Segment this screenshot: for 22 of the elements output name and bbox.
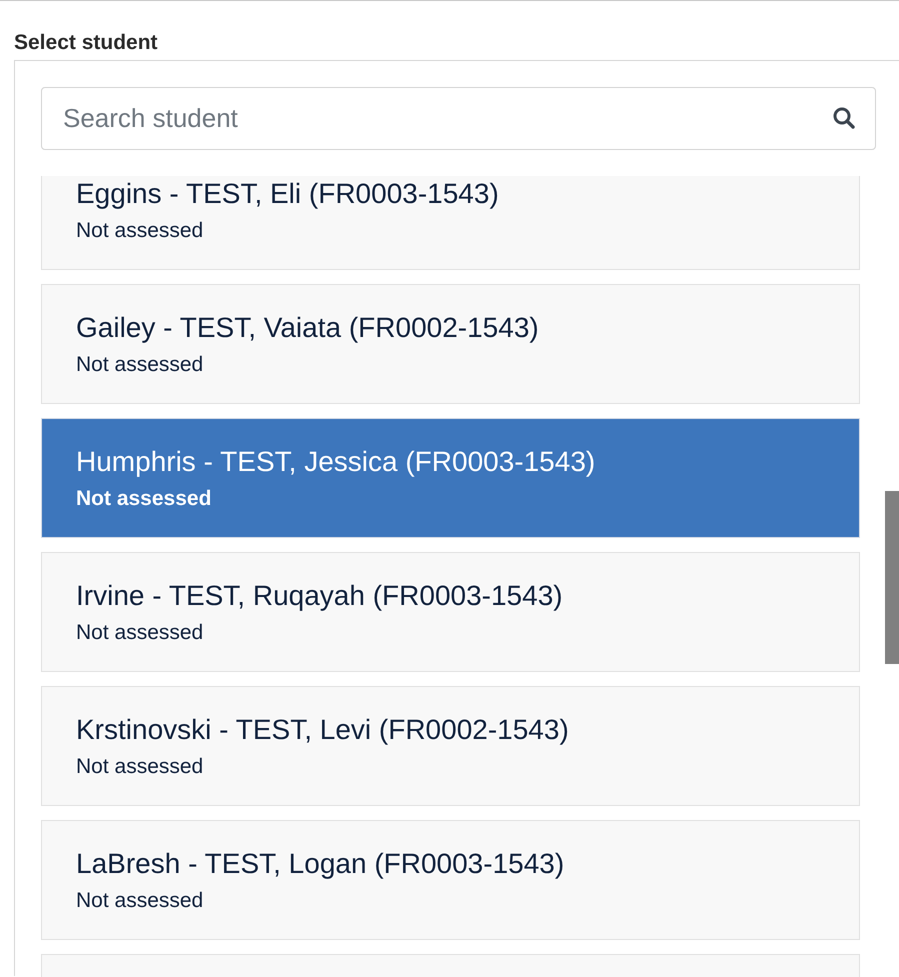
student-card[interactable]: Gailey - TEST, Vaiata (FR0002-1543) Not assessed <box>41 284 860 404</box>
assessment-status: Not assessed <box>76 486 212 512</box>
assessment-status: Not assessed <box>76 352 204 378</box>
search-icon[interactable] <box>832 106 856 130</box>
scrollbar-thumb[interactable] <box>885 491 899 664</box>
student-name: Humphris - TEST, Jessica (FR0003-1543) <box>76 445 596 479</box>
student-name: Gailey - TEST, Vaiata (FR0002-1543) <box>76 311 539 345</box>
student-card[interactable]: Krstinovski - TEST, Levi (FR0002-1543) Not assessed <box>41 686 860 806</box>
assessment-status: Not assessed <box>76 218 204 244</box>
assessment-status: Not assessed <box>76 888 204 914</box>
student-name: Irvine - TEST, Ruqayah (FR0003-1543) <box>76 579 563 613</box>
assessment-status: Not assessed <box>76 754 204 780</box>
student-card[interactable]: LaBresh - TEST, Logan (FR0003-1543) Not assessed <box>41 820 860 940</box>
student-card[interactable]: Eggins - TEST, Eli (FR0003-1543) Not assessed <box>41 176 860 270</box>
student-name: Eggins - TEST, Eli (FR0003-1543) <box>76 177 499 211</box>
assessment-status: Not assessed <box>76 620 204 646</box>
student-name: Krstinovski - TEST, Levi (FR0002-1543) <box>76 713 569 747</box>
search-field[interactable]: Search student <box>41 87 876 150</box>
student-card[interactable]: Humphris - TEST, Jessica (FR0003-1543) Not assessed <box>41 418 860 538</box>
section-label: Select student <box>14 30 158 56</box>
student-name: LaBresh - TEST, Logan (FR0003-1543) <box>76 847 564 881</box>
student-card[interactable]: Irvine - TEST, Ruqayah (FR0003-1543) Not assessed <box>41 552 860 672</box>
